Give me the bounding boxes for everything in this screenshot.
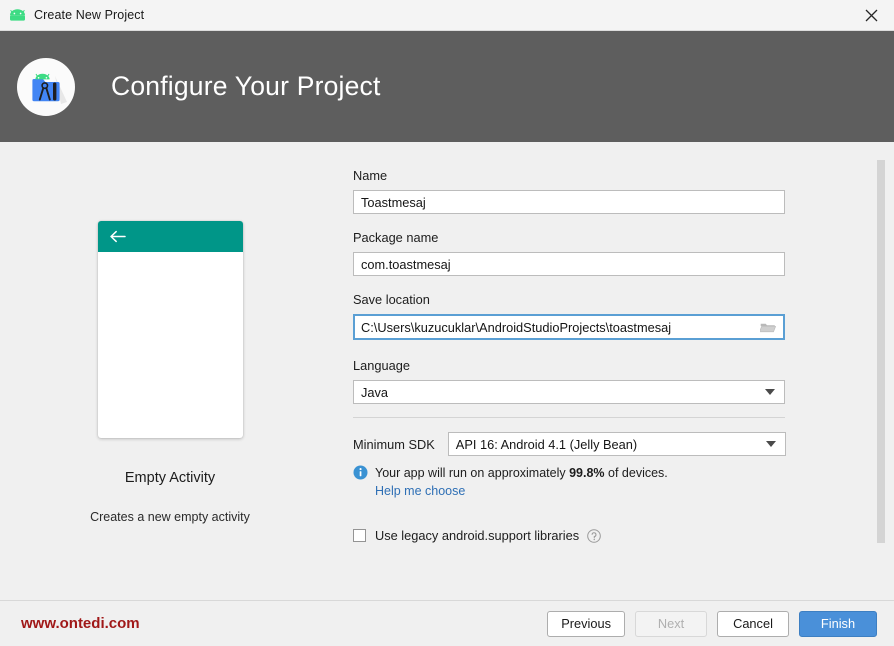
- project-config-form: Name Toastmesaj Package name com.toastme…: [340, 142, 894, 600]
- language-select[interactable]: Java: [353, 380, 785, 404]
- package-name-label: Package name: [353, 230, 439, 245]
- save-location-field-group: Save location C:\Users\kuzucuklar\Androi…: [353, 292, 894, 340]
- language-select-value: Java: [361, 384, 389, 400]
- sdk-coverage-info: Your app will run on approximately 99.8%…: [353, 465, 894, 480]
- language-field-group: Language Java: [353, 358, 894, 404]
- name-field-group: Name Toastmesaj: [353, 168, 894, 214]
- window-title: Create New Project: [34, 8, 145, 22]
- question-mark-icon[interactable]: [587, 528, 601, 543]
- package-name-input[interactable]: com.toastmesaj: [353, 252, 785, 276]
- save-location-label: Save location: [353, 292, 430, 307]
- save-location-input[interactable]: C:\Users\kuzucuklar\AndroidStudioProject…: [353, 314, 785, 340]
- chevron-down-icon: [765, 441, 776, 447]
- back-arrow-icon: [109, 230, 126, 243]
- android-studio-logo-icon: [17, 57, 75, 116]
- help-me-choose-link[interactable]: Help me choose: [375, 484, 465, 498]
- folder-icon[interactable]: [760, 321, 776, 334]
- legacy-libraries-checkbox[interactable]: [353, 529, 366, 542]
- name-input[interactable]: Toastmesaj: [353, 190, 785, 214]
- chevron-down-icon: [765, 389, 775, 395]
- package-name-field-group: Package name com.toastmesaj: [353, 230, 894, 276]
- sdk-coverage-text-after: of devices.: [604, 465, 668, 480]
- name-input-value: Toastmesaj: [361, 194, 426, 210]
- watermark: www.ontedi.com: [21, 615, 140, 632]
- next-button: Next: [635, 610, 707, 637]
- form-scrollbar-thumb[interactable]: [877, 160, 885, 543]
- sdk-coverage-text: Your app will run on approximately 99.8%…: [375, 466, 668, 480]
- cancel-button[interactable]: Cancel: [717, 610, 789, 637]
- form-scrollbar[interactable]: [876, 142, 886, 600]
- language-label: Language: [353, 358, 410, 373]
- template-preview-card: [97, 221, 243, 438]
- info-icon: [353, 465, 368, 480]
- minimum-sdk-label: Minimum SDK: [353, 436, 435, 452]
- close-icon[interactable]: [848, 0, 894, 30]
- minimum-sdk-field-group: Minimum SDK API 16: Android 4.1 (Jelly B…: [353, 432, 894, 456]
- legacy-libraries-row[interactable]: Use legacy android.support libraries: [353, 528, 894, 543]
- minimum-sdk-select[interactable]: API 16: Android 4.1 (Jelly Bean): [447, 432, 786, 456]
- finish-button[interactable]: Finish: [799, 610, 877, 637]
- dialog-footer: www.ontedi.com Previous Next Cancel Fini…: [0, 600, 894, 646]
- title-bar: Create New Project: [0, 0, 894, 31]
- template-description: Creates a new empty activity: [90, 510, 250, 524]
- previous-button[interactable]: Previous: [547, 610, 625, 637]
- sdk-coverage-percent: 99.8%: [569, 465, 605, 480]
- minimum-sdk-select-value: API 16: Android 4.1 (Jelly Bean): [455, 436, 638, 452]
- sdk-coverage-text-before: Your app will run on approximately: [375, 465, 570, 480]
- name-label: Name: [353, 168, 388, 183]
- dialog-body: Empty Activity Creates a new empty activ…: [0, 142, 894, 600]
- header-banner: Configure Your Project: [0, 31, 894, 142]
- template-preview-panel: Empty Activity Creates a new empty activ…: [0, 142, 340, 600]
- template-name: Empty Activity: [124, 470, 216, 486]
- preview-appbar: [97, 221, 243, 252]
- package-name-input-value: com.toastmesaj: [361, 256, 451, 272]
- create-new-project-dialog: Create New Project Configure Your Projec…: [0, 0, 894, 646]
- page-title: Configure Your Project: [111, 71, 381, 101]
- legacy-libraries-label: Use legacy android.support libraries: [375, 528, 580, 543]
- form-divider: [353, 417, 785, 418]
- save-location-input-value: C:\Users\kuzucuklar\AndroidStudioProject…: [361, 319, 672, 335]
- android-head-icon: [8, 6, 26, 24]
